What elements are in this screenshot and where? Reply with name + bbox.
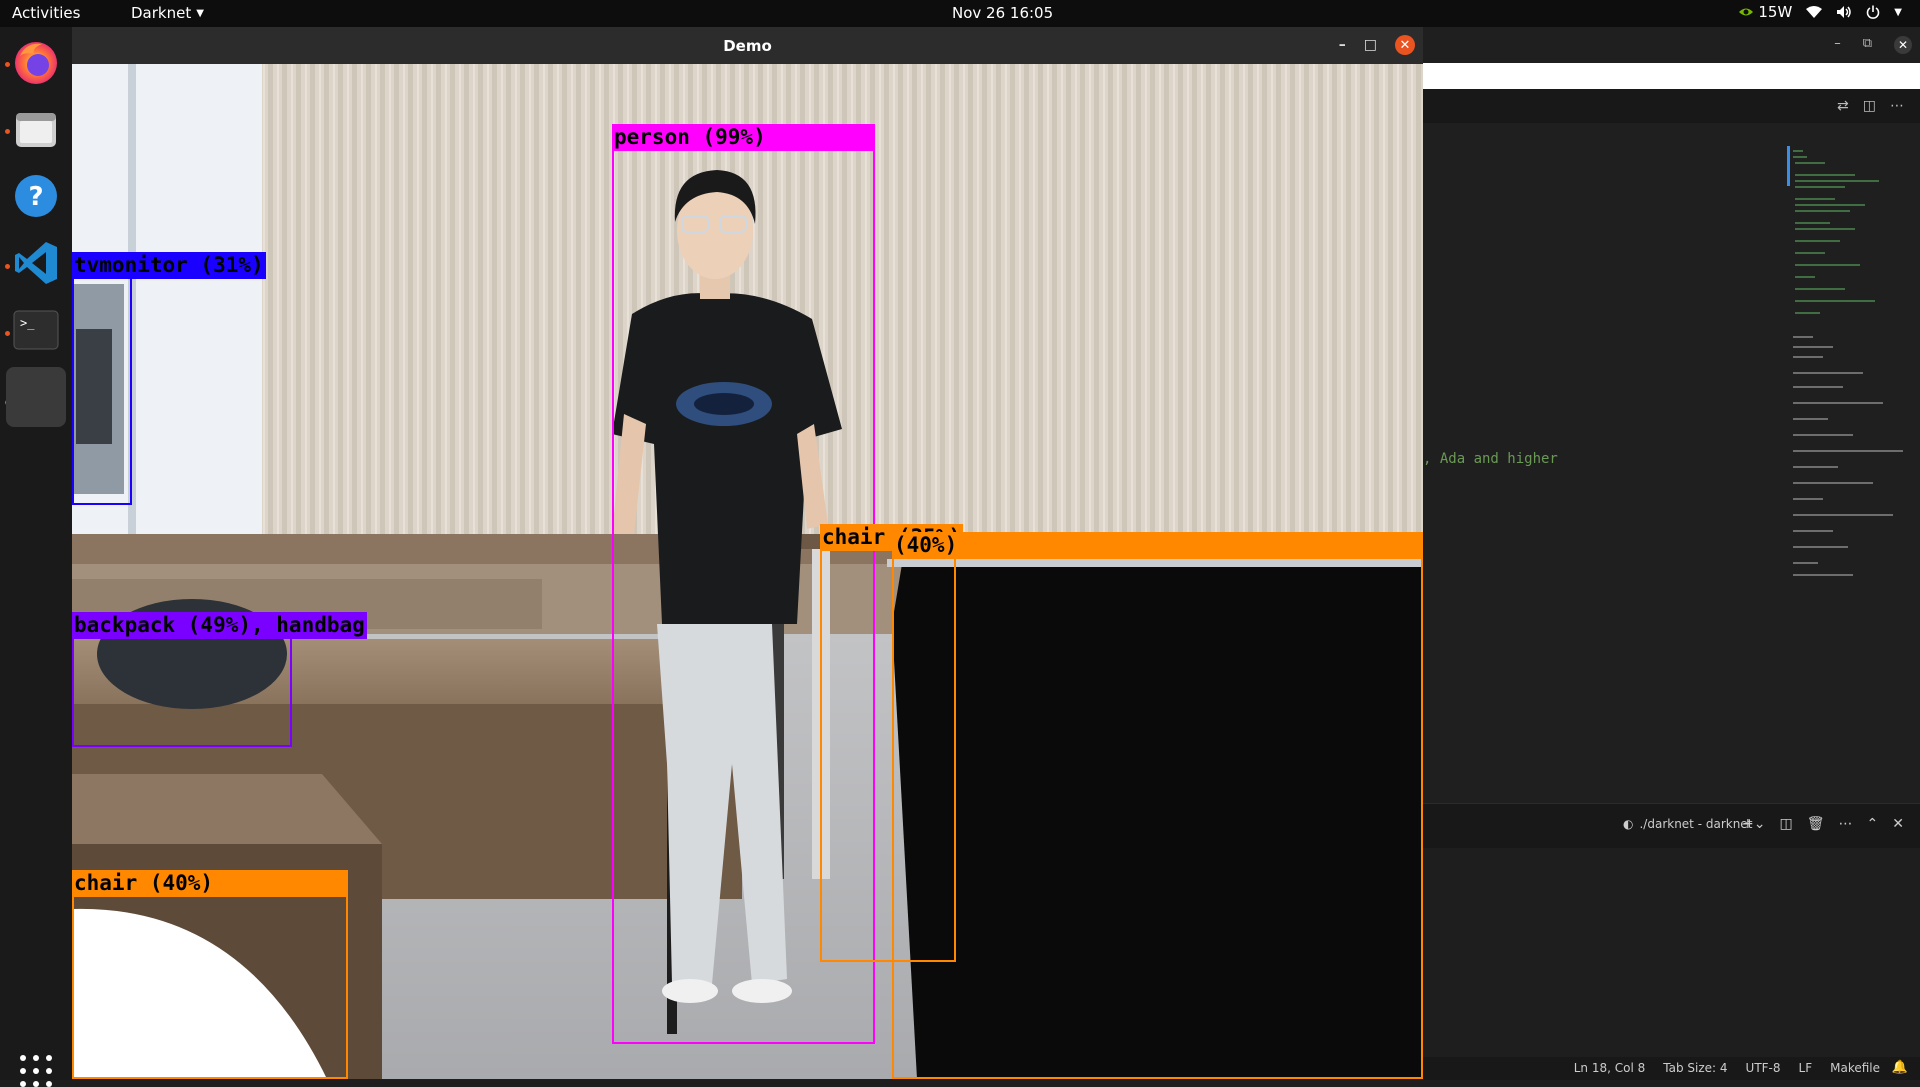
app-menu[interactable]: Darknet ▼ — [131, 4, 204, 22]
cursor-position[interactable]: Ln 18, Col 8 — [1574, 1061, 1646, 1075]
vscode-icon — [15, 242, 57, 284]
svg-text:?: ? — [28, 182, 43, 212]
minimap[interactable] — [1787, 146, 1907, 586]
restore-icon[interactable]: ⧉ — [1863, 36, 1872, 54]
dock: ? >_ — [0, 27, 72, 1087]
window-controls: – ⧉ ✕ — [1834, 36, 1912, 54]
line-ending[interactable]: LF — [1799, 1061, 1813, 1075]
trash-icon[interactable]: 🗑 — [1807, 816, 1825, 832]
nvidia-icon — [1739, 8, 1754, 16]
help-icon: ? — [15, 175, 57, 217]
firefox-icon — [15, 42, 57, 84]
power-draw-value: 15W — [1758, 3, 1793, 21]
file-encoding[interactable]: UTF-8 — [1746, 1061, 1781, 1075]
maximize-icon[interactable]: □ — [1364, 37, 1377, 53]
minimize-icon[interactable]: – — [1834, 36, 1841, 54]
close-icon[interactable]: ✕ — [1894, 36, 1912, 54]
compare-changes-icon[interactable]: ⇄ — [1837, 98, 1849, 114]
chevron-down-icon: ▼ — [1894, 6, 1902, 18]
detection-label: chair (40%) — [72, 870, 348, 897]
dock-help[interactable]: ? — [6, 166, 66, 226]
dock-files[interactable] — [6, 99, 66, 159]
dock-terminal[interactable]: >_ — [6, 300, 66, 360]
folder-icon — [16, 113, 56, 147]
detection-label: (40%) — [892, 532, 1423, 559]
top-bar: Activities Darknet ▼ Nov 26 16:05 15W ▼ — [0, 0, 1920, 27]
svg-text:>_: >_ — [20, 316, 35, 330]
new-terminal-icon[interactable]: +⌄ — [1742, 816, 1765, 832]
tab-size[interactable]: Tab Size: 4 — [1663, 1061, 1727, 1075]
vscode-tab-bar — [1423, 63, 1920, 89]
volume-icon — [1837, 6, 1852, 18]
camera-feed: person (99%) tvmonitor (31%) backpack (49%… — [72, 64, 1423, 1079]
status-bar: Ln 18, Col 8 Tab Size: 4 UTF-8 LF Makefi… — [1423, 1057, 1920, 1080]
clock[interactable]: Nov 26 16:05 — [952, 4, 1053, 22]
detection-label: person (99%) — [612, 124, 875, 151]
chevron-down-icon: ▼ — [196, 8, 204, 19]
minimize-icon[interactable]: – — [1339, 37, 1346, 53]
wifi-icon — [1806, 6, 1823, 18]
detection-box — [892, 532, 1423, 1079]
code-line: , Ada and higher — [1423, 451, 1558, 467]
vscode-titlebar: – ⧉ ✕ — [1423, 27, 1920, 63]
bell-icon[interactable]: 🔔 — [1892, 1060, 1908, 1075]
detection-box — [72, 252, 132, 505]
dock-vscode[interactable] — [6, 233, 66, 293]
gpu-power-indicator[interactable]: 15W — [1738, 3, 1792, 21]
maximize-panel-icon[interactable]: ⌃ — [1867, 816, 1879, 832]
power-icon — [1867, 5, 1880, 19]
app-menu-label: Darknet — [131, 4, 192, 22]
editor-toolbar: ⇄ ◫ ⋯ — [1423, 89, 1920, 123]
detection-box — [72, 870, 348, 1079]
detection-label: backpack (49%), handbag — [72, 612, 367, 639]
activities-button[interactable]: Activities — [12, 4, 80, 22]
terminal-tab-label: ./darknet - darknet — [1639, 817, 1753, 831]
window-title: Demo — [723, 37, 772, 55]
terminal-process-icon: ◐ — [1623, 817, 1634, 831]
more-actions-icon[interactable]: ⋯ — [1839, 816, 1853, 832]
system-tray[interactable]: 15W ▼ — [1738, 3, 1902, 21]
detection-label: tvmonitor (31%) — [72, 252, 266, 279]
close-panel-icon[interactable]: ✕ — [1892, 816, 1904, 832]
more-actions-icon[interactable]: ⋯ — [1890, 98, 1904, 114]
dock-firefox[interactable] — [6, 32, 66, 92]
split-editor-icon[interactable]: ◫ — [1863, 98, 1876, 114]
split-terminal-icon[interactable]: ◫ — [1780, 816, 1793, 832]
close-icon[interactable]: ✕ — [1395, 35, 1415, 55]
language-mode[interactable]: Makefile — [1830, 1061, 1880, 1075]
terminal-icon: >_ — [13, 310, 59, 350]
terminal-tab[interactable]: ◐ ./darknet - darknet — [1623, 817, 1752, 831]
demo-titlebar[interactable]: Demo – □ ✕ — [72, 27, 1423, 64]
demo-window[interactable]: Demo – □ ✕ person (99%) tvmonitor (31%) … — [72, 27, 1423, 1079]
dock-demo-window[interactable] — [6, 367, 66, 427]
terminal-panel-header: ◐ ./darknet - darknet +⌄ ◫ 🗑 ⋯ ⌃ ✕ — [1423, 804, 1920, 848]
window-controls: – □ ✕ — [1339, 35, 1415, 55]
show-apps-icon[interactable] — [20, 1055, 52, 1087]
